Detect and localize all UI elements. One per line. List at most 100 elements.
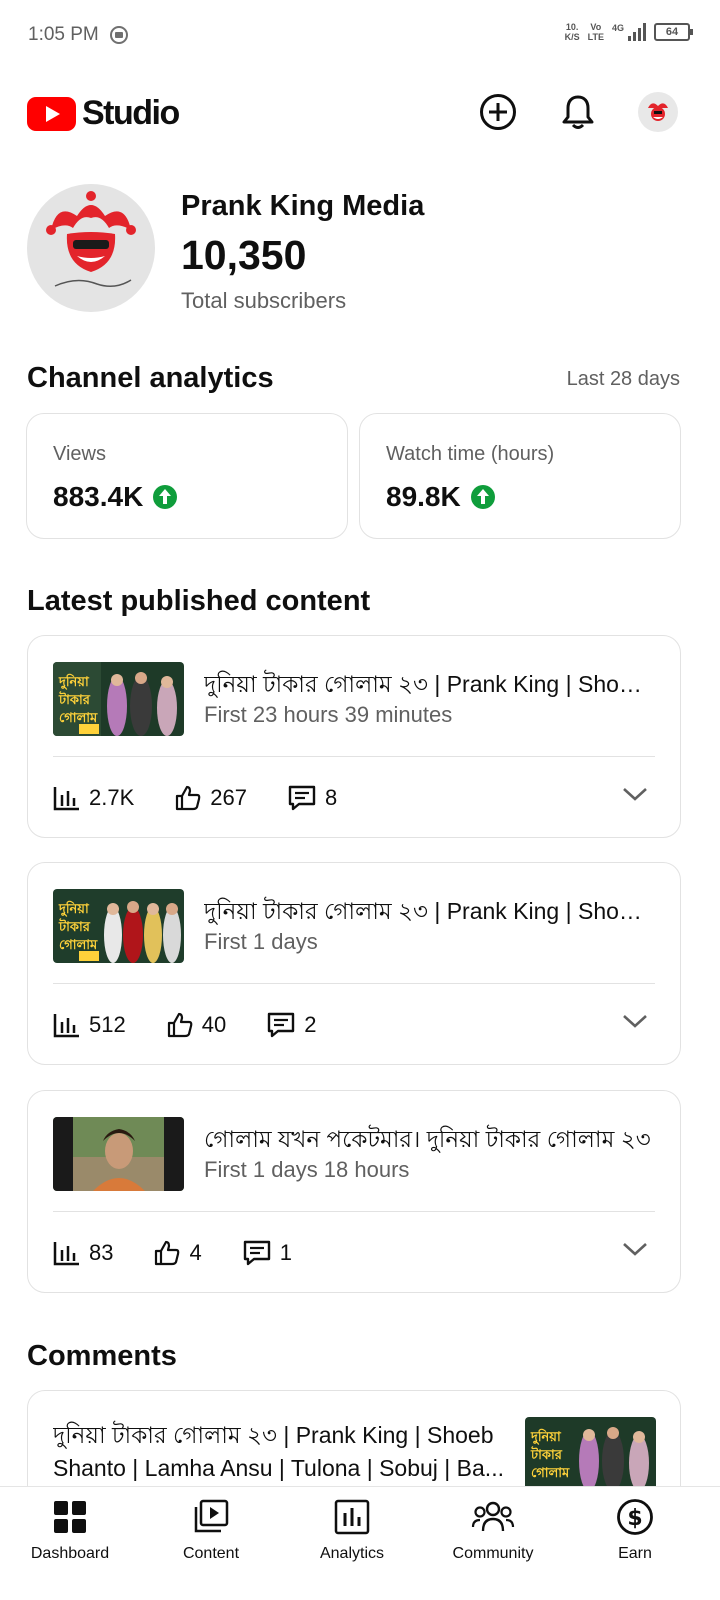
channel-name: Prank King Media (181, 190, 425, 222)
nav-analytics[interactable]: Analytics (287, 1497, 417, 1563)
chevron-down-icon (623, 1243, 647, 1256)
nav-label: Community (452, 1545, 534, 1562)
analytics-icon (334, 1499, 370, 1535)
expand-button[interactable] (622, 786, 648, 807)
views-stat: 83 (53, 1240, 113, 1266)
likes-stat: 4 (153, 1239, 202, 1267)
status-bar: 1:05 PM 10. K/S Vo LTE 4G 64 (0, 0, 720, 72)
status-icons: 10. K/S Vo LTE 4G 64 (565, 22, 693, 42)
likes-count: 267 (210, 785, 247, 810)
network-speed: 10. K/S (565, 22, 580, 42)
status-time: 1:05 PM (28, 24, 99, 45)
nav-dashboard[interactable]: Dashboard (5, 1497, 135, 1563)
expand-button[interactable] (622, 1013, 648, 1034)
comment-video-title: দুনিয়া টাকার গোলাম ২৩ | Prank King | Sh… (53, 1422, 504, 1481)
bar-chart-icon (53, 787, 79, 811)
analytics-period: Last 28 days (566, 368, 680, 390)
bar-chart-icon (53, 1242, 79, 1266)
notifications-button[interactable] (556, 90, 600, 134)
nav-label: Analytics (319, 1545, 385, 1562)
video-stats: 512 40 2 (53, 1009, 356, 1041)
subscriber-count-label: Total subscribers (181, 288, 347, 313)
trend-up-icon (470, 485, 495, 509)
channel-avatar[interactable] (27, 184, 155, 312)
nav-label: Dashboard (30, 1545, 110, 1562)
nav-community[interactable]: Community (428, 1497, 558, 1563)
divider (53, 983, 655, 984)
analytics-title: Channel analytics (27, 362, 274, 394)
thumbs-up-icon (176, 785, 201, 811)
network-speed-value: 10. (565, 22, 579, 32)
create-plus-icon (480, 94, 516, 130)
video-thumbnail (53, 1117, 184, 1191)
comment-icon (243, 1240, 270, 1266)
thumbs-up-icon (167, 1012, 193, 1038)
metric-card-watch-time[interactable]: Watch time (hours) 89.8K (359, 413, 681, 539)
earn-dollar-icon: $ (617, 1499, 653, 1535)
views-stat: 2.7K (53, 785, 134, 811)
video-subtitle: First 1 days 18 hours (204, 1157, 410, 1182)
likes-stat: 267 (174, 784, 247, 812)
comments-count: 8 (324, 785, 338, 810)
comments-stat: 1 (242, 1239, 292, 1267)
thumbs-up-icon (155, 1240, 180, 1266)
nav-content[interactable]: Content (146, 1497, 276, 1563)
svg-text:টাকার: টাকার (58, 918, 91, 935)
video-title: দুনিয়া টাকার গোলাম ২৩ | Prank King | Sh… (204, 898, 654, 924)
likes-stat: 40 (166, 1011, 226, 1039)
video-title: দুনিয়া টাকার গোলাম ২৩ | Prank King | Sh… (204, 671, 654, 697)
volte-top: Vo (590, 22, 602, 32)
comments-count: 2 (304, 1012, 317, 1037)
logo-text: Studio (82, 94, 180, 132)
channel-summary: Prank King Media 10,350 Total subscriber… (27, 184, 697, 314)
community-icon (471, 1501, 515, 1532)
comment-icon (288, 785, 316, 811)
video-stats: 2.7K 267 8 (53, 782, 377, 814)
metric-value-row: 883.4K (53, 481, 178, 513)
metric-label: Views (53, 443, 106, 465)
comments-title: Comments (27, 1340, 177, 1372)
network-speed-unit: K/S (564, 32, 580, 42)
video-thumbnail-image: দুনিয়া টাকার গোলাম (53, 889, 184, 963)
video-card[interactable]: দুনিয়া টাকার গোলাম দুনিয়া টাকার গোলাম … (27, 635, 681, 838)
bell-icon (562, 95, 594, 129)
nav-earn[interactable]: $ Earn (570, 1497, 700, 1563)
bar-chart-icon (53, 1014, 79, 1038)
app-bar: Studio (0, 72, 720, 152)
chevron-down-icon (623, 1015, 647, 1028)
volte-indicator: Vo LTE (588, 22, 604, 42)
expand-button[interactable] (622, 1241, 648, 1262)
views-count: 512 (89, 1012, 126, 1037)
trend-up-icon (153, 485, 178, 509)
video-thumbnail-image: দুনিয়া টাকার গোলাম (525, 1417, 656, 1491)
account-avatar[interactable] (638, 92, 678, 132)
battery-icon: 64 (654, 23, 693, 41)
svg-text:টাকার: টাকার (530, 1446, 563, 1463)
metric-label: Watch time (hours) (386, 443, 555, 465)
video-thumbnail: দুনিয়া টাকার গোলাম (53, 889, 184, 963)
metric-value-row: 89.8K (386, 481, 495, 513)
metric-card-views[interactable]: Views 883.4K (26, 413, 348, 539)
video-card[interactable]: গোলাম যখন পকেটমার। দুনিয়া টাকার গোলাম ২… (27, 1090, 681, 1293)
video-subtitle: First 23 hours 39 minutes (204, 702, 453, 727)
volte-bottom: LTE (587, 32, 604, 42)
media-playing-icon (110, 26, 128, 44)
jester-logo-icon (648, 103, 668, 121)
latest-content-title: Latest published content (27, 585, 371, 617)
studio-logo[interactable]: Studio (27, 94, 180, 133)
video-thumbnail: দুনিয়া টাকার গোলাম (525, 1417, 656, 1491)
video-thumbnail-image (53, 1117, 184, 1191)
create-button[interactable] (476, 90, 520, 134)
divider (53, 1211, 655, 1212)
content-icon (194, 1499, 229, 1533)
video-stats: 83 4 1 (53, 1237, 332, 1269)
subscriber-count: 10,350 (181, 232, 307, 278)
video-card[interactable]: দুনিয়া টাকার গোলাম দুনিয়া টাকার গোলাম … (27, 862, 681, 1065)
comment-icon (268, 1012, 295, 1038)
youtube-play-icon (27, 96, 76, 131)
svg-text:দুনিয়া: দুনিয়া (58, 900, 90, 918)
jester-logo-icon (46, 191, 136, 287)
network-type: 4G (611, 23, 624, 33)
svg-text:গোলাম: গোলাম (531, 1466, 570, 1481)
metric-value: 883.4K (53, 481, 144, 512)
